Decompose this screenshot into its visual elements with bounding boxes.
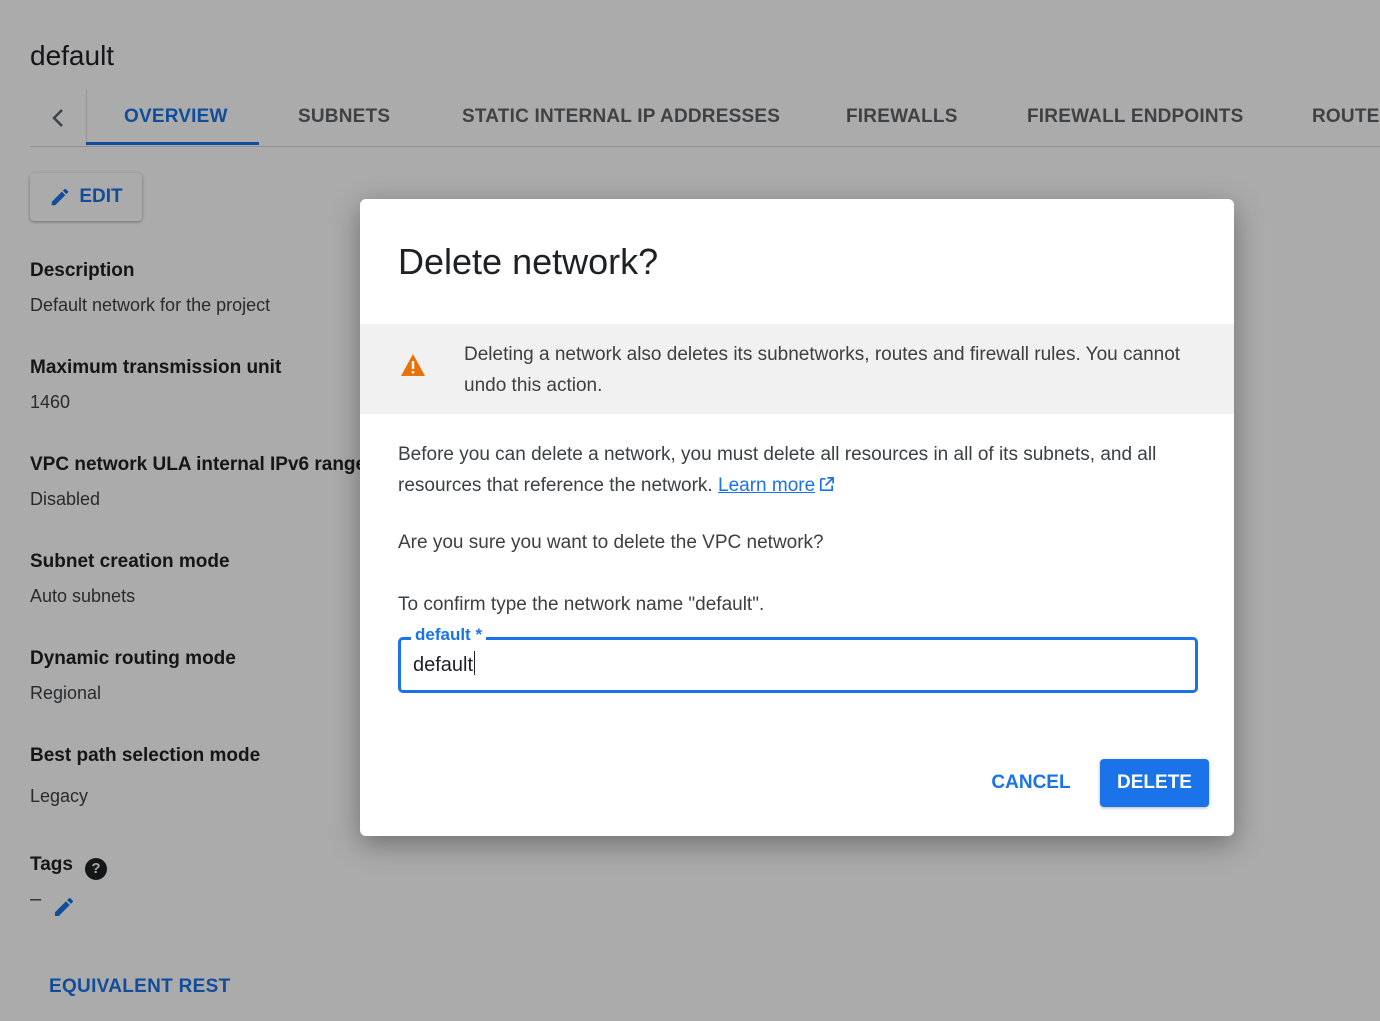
confirm-question: Are you sure you want to delete the VPC … — [398, 532, 824, 553]
cancel-button[interactable]: CANCEL — [982, 759, 1080, 807]
delete-network-dialog: Delete network? Deleting a network also … — [360, 199, 1234, 836]
network-name-confirm-field[interactable]: default * default — [398, 625, 1198, 693]
network-name-input[interactable]: default — [413, 651, 476, 677]
learn-more-link[interactable]: Learn more — [718, 475, 815, 496]
input-value: default — [413, 654, 474, 676]
dialog-title: Delete network? — [398, 241, 659, 282]
text-caret — [474, 651, 476, 675]
warning-text: Deleting a network also deletes its subn… — [464, 344, 1181, 396]
warning-banner: Deleting a network also deletes its subn… — [360, 324, 1234, 414]
dialog-body-text: Before you can delete a network, you mus… — [398, 439, 1198, 501]
external-link-icon[interactable] — [818, 476, 835, 493]
confirm-instruction: To confirm type the network name "defaul… — [398, 594, 765, 615]
field-label: default * — [411, 625, 487, 645]
warning-icon — [401, 354, 425, 376]
delete-button[interactable]: DELETE — [1100, 759, 1209, 807]
